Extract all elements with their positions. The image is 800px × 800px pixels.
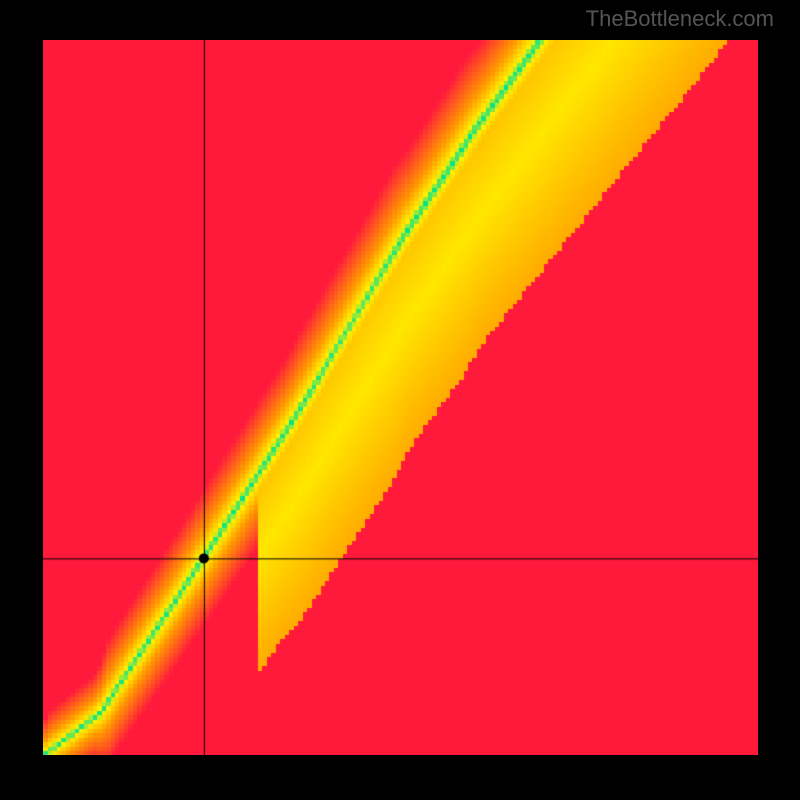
heatmap-canvas — [43, 40, 758, 755]
plot-area — [43, 40, 758, 755]
watermark-text: TheBottleneck.com — [586, 6, 774, 32]
chart-container: TheBottleneck.com — [0, 0, 800, 800]
